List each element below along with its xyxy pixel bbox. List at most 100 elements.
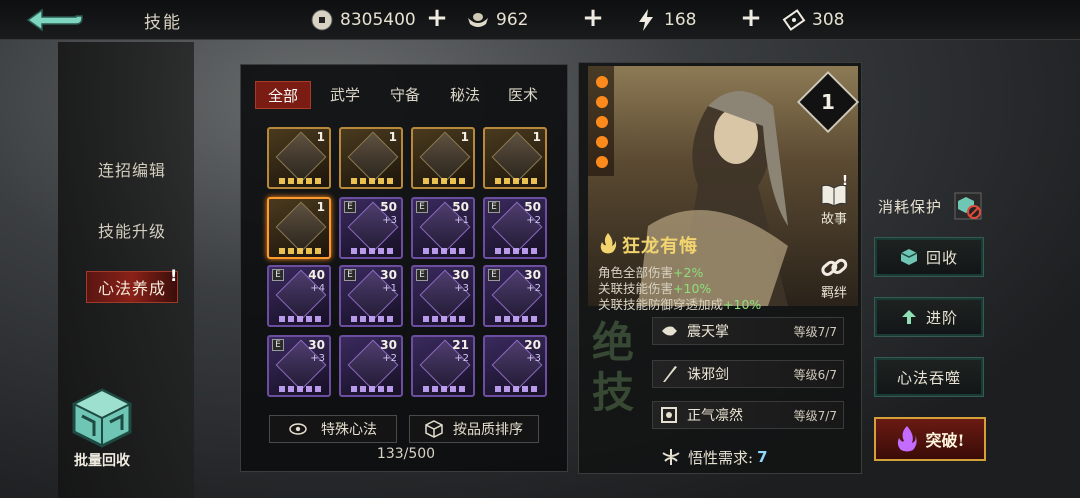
mind-card[interactable]: E 30 +2 <box>483 265 547 327</box>
cube-icon <box>71 388 133 448</box>
card-stars <box>351 316 395 322</box>
ticket-value: 308 <box>812 10 845 30</box>
menu-mind-training[interactable]: 心法养成 <box>86 271 178 303</box>
devour-label: 心法吞噬 <box>896 368 961 387</box>
card-refine: +3 <box>310 353 325 364</box>
mind-card[interactable]: 1 <box>411 127 475 189</box>
add-stamina-button[interactable]: + <box>738 5 764 32</box>
devour-button[interactable]: 心法吞噬 <box>874 357 984 397</box>
back-button[interactable] <box>24 6 88 34</box>
card-stars <box>351 248 395 254</box>
sort-quality-button[interactable]: 按品质排序 <box>409 415 539 443</box>
linked-skill-row[interactable]: 震天掌 等级7/7 <box>652 317 844 345</box>
protect-cube-icon <box>954 192 982 220</box>
equipped-badge: E <box>272 269 284 281</box>
card-stars <box>495 178 539 184</box>
card-stars <box>423 386 467 392</box>
card-refine: +3 <box>454 283 469 294</box>
mind-card[interactable]: 1 <box>267 197 331 259</box>
chain-link-icon <box>821 258 848 276</box>
card-stars <box>279 178 323 184</box>
comprehension-value: 7 <box>757 448 768 466</box>
special-mind-button[interactable]: 特殊心法 <box>269 415 397 443</box>
card-level: 50 <box>452 200 469 214</box>
card-stars <box>351 178 395 184</box>
arrow-up-icon <box>901 310 916 324</box>
bond-button[interactable]: 羁绊 <box>812 254 856 301</box>
linked-skill-grade: 等级6/7 <box>793 367 837 382</box>
tab-all[interactable]: 全部 <box>255 81 311 109</box>
consume-protect-toggle[interactable] <box>954 192 982 220</box>
mind-card[interactable]: 21 +2 <box>411 335 475 397</box>
mind-card[interactable]: E 50 +2 <box>483 197 547 259</box>
coin-value: 8305400 <box>340 10 416 30</box>
mind-card[interactable]: 1 <box>267 127 331 189</box>
menu-combo-edit[interactable]: 连招编辑 <box>98 157 166 181</box>
add-coin-button[interactable]: + <box>424 5 450 32</box>
lightning-icon <box>634 8 658 32</box>
bond-label: 羁绊 <box>820 286 847 301</box>
linked-skill-row[interactable]: 诛邪剑 等级6/7 <box>652 360 844 388</box>
ultimate-watermark: 绝技 <box>592 318 635 417</box>
alert-badge: ! <box>170 266 178 285</box>
mind-card[interactable]: E 40 +4 <box>267 265 331 327</box>
sort-quality-label: 按品质排序 <box>453 422 523 438</box>
card-refine: +1 <box>382 283 397 294</box>
card-stars <box>423 178 467 184</box>
coin-resource: 8305400 <box>310 6 416 34</box>
mind-card[interactable]: E 50 +1 <box>411 197 475 259</box>
mind-card[interactable]: E 30 +1 <box>339 265 403 327</box>
card-stars <box>279 386 323 392</box>
add-ingot-button[interactable]: + <box>580 5 606 32</box>
mind-card[interactable]: 1 <box>483 127 547 189</box>
tab-martial[interactable]: 武学 <box>317 81 373 109</box>
card-stars <box>279 248 323 254</box>
card-level: 1 <box>388 130 397 144</box>
card-stars <box>495 386 539 392</box>
linked-skill-grade: 等级7/7 <box>793 408 837 423</box>
card-level: 30 <box>308 338 325 352</box>
tab-defense[interactable]: 守备 <box>377 81 433 109</box>
mind-card[interactable]: 20 +3 <box>483 335 547 397</box>
breakthrough-button[interactable]: 突破! <box>874 417 986 461</box>
equipped-badge: E <box>488 201 500 213</box>
eye-icon <box>289 423 307 435</box>
linked-skill-row[interactable]: 正气凛然 等级7/7 <box>652 401 844 429</box>
linked-skill-grade: 等级7/7 <box>793 324 837 339</box>
recycle-button[interactable]: 回收 <box>874 237 984 277</box>
breakthrough-label: 突破! <box>925 431 965 450</box>
stat-3-text: 关联技能防御穿透加成 <box>598 297 724 312</box>
equipped-badge: E <box>416 269 428 281</box>
mind-card[interactable]: E 30 +3 <box>411 265 475 327</box>
mind-card[interactable]: E 50 +3 <box>339 197 403 259</box>
coin-icon <box>310 8 334 32</box>
flame-icon <box>600 233 617 254</box>
ingot-value: 962 <box>496 10 529 30</box>
mind-card[interactable]: 30 +2 <box>339 335 403 397</box>
card-level: 40 <box>308 268 325 282</box>
equipped-badge: E <box>344 201 356 213</box>
stamina-resource: 168 <box>634 6 696 34</box>
palm-strike-icon <box>662 326 677 336</box>
mind-card[interactable]: 1 <box>339 127 403 189</box>
tab-medical[interactable]: 医术 <box>495 81 551 109</box>
comprehension-icon <box>662 449 680 465</box>
card-level: 1 <box>316 130 325 144</box>
tab-secret[interactable]: 秘法 <box>437 81 493 109</box>
story-alert-badge: ! <box>842 174 848 189</box>
advance-button[interactable]: 进阶 <box>874 297 984 337</box>
card-refine: +3 <box>382 215 397 226</box>
story-button[interactable]: 故事 <box>812 182 856 227</box>
card-level: 1 <box>460 130 469 144</box>
card-level: 1 <box>316 200 325 214</box>
mind-level: 1 <box>821 90 835 114</box>
sort-cube-icon <box>425 420 443 438</box>
mind-card[interactable]: E 30 +3 <box>267 335 331 397</box>
card-stars <box>423 316 467 322</box>
menu-skill-upgrade[interactable]: 技能升级 <box>98 218 166 242</box>
purple-flame-icon <box>898 426 918 452</box>
stat-3-bonus: +10% <box>723 297 762 312</box>
linked-skill-name: 正气凛然 <box>687 408 743 424</box>
card-stars <box>423 248 467 254</box>
card-refine: +1 <box>454 215 469 226</box>
